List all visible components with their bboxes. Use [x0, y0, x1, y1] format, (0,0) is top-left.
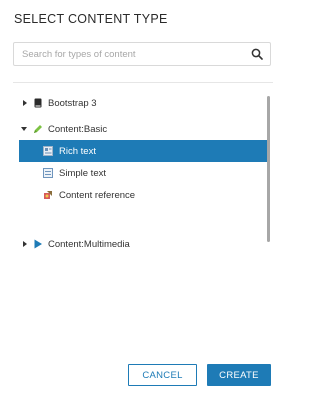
tree-item-content-basic[interactable]: Content:Basic	[13, 118, 263, 140]
tree-item-label: Content:Basic	[48, 123, 108, 135]
rich-text-icon	[43, 146, 53, 156]
simple-text-icon	[43, 168, 53, 178]
search-input[interactable]	[14, 43, 247, 65]
create-button[interactable]: CREATE	[207, 364, 271, 386]
pencil-icon	[34, 125, 42, 133]
content-type-tree: Bootstrap 3 Content:Basic Rich text Simp…	[13, 82, 273, 353]
tree-item-label: Rich text	[59, 145, 96, 157]
tree-item-bootstrap-3[interactable]: Bootstrap 3	[13, 92, 263, 114]
tree-item-content-reference[interactable]: Content reference	[13, 184, 263, 206]
tree-scrollbar[interactable]	[267, 96, 270, 242]
caret-down-icon[interactable]	[20, 125, 28, 133]
tree-item-label: Bootstrap 3	[48, 97, 97, 109]
cancel-button[interactable]: CANCEL	[128, 364, 197, 386]
search-box	[13, 42, 271, 66]
content-reference-icon	[44, 191, 52, 199]
tree-item-simple-text[interactable]: Simple text	[13, 162, 263, 184]
tree-item-label: Simple text	[59, 167, 106, 179]
caret-right-icon[interactable]	[21, 99, 29, 107]
tree-item-label: Content reference	[59, 189, 136, 201]
search-icon[interactable]	[251, 48, 263, 60]
tree-item-rich-text[interactable]: Rich text	[19, 140, 269, 162]
book-icon	[34, 98, 42, 108]
dialog-title: SELECT CONTENT TYPE	[14, 12, 168, 26]
